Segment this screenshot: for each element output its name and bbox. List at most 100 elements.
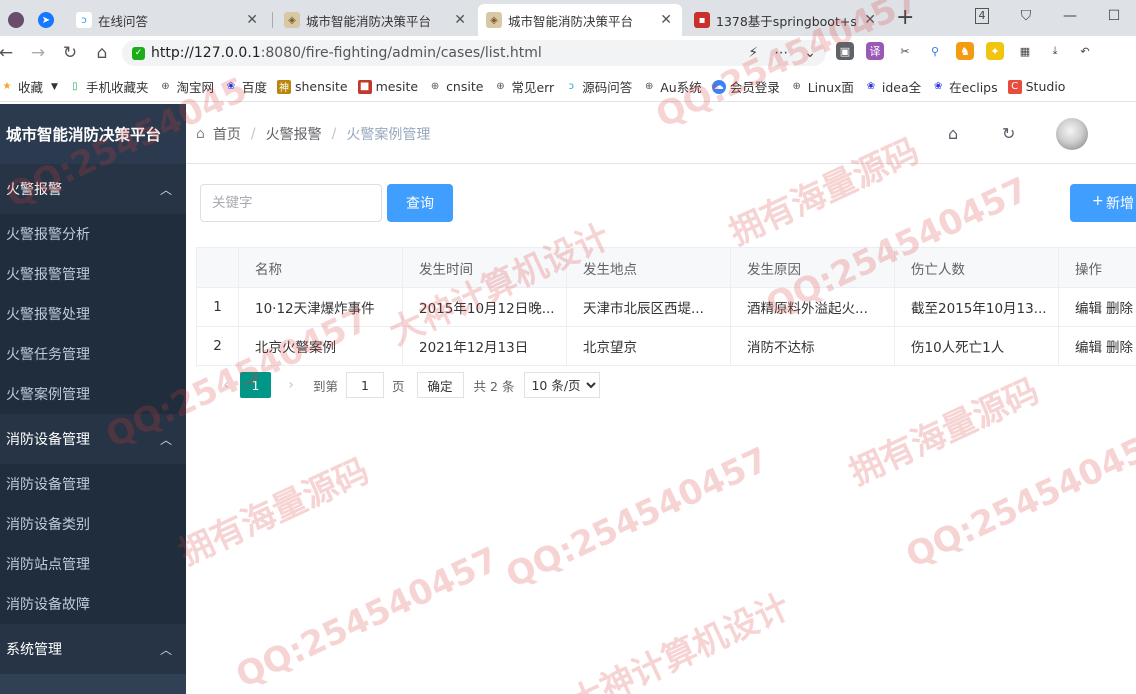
bookmark-label: idea全 <box>881 80 922 95</box>
bookmark-label: shensite <box>294 79 348 94</box>
pinned-tab[interactable]: ➤ <box>30 4 60 36</box>
sidebar-item-station-management[interactable]: 消防站点管理 <box>0 544 186 584</box>
bookmark-item[interactable]: ⊕ cnsite <box>428 79 484 94</box>
maximize-icon[interactable]: ☐ <box>1092 8 1136 24</box>
bookmark-item[interactable]: ⊕ 常见err <box>493 77 554 96</box>
watermark-text: 拥有海量源码 <box>843 371 1046 494</box>
delete-link[interactable]: 删除 <box>1106 301 1133 317</box>
menu-group-fire-alarm[interactable]: 火警报警 ︿ <box>0 164 186 214</box>
bookmark-item[interactable]: ❀ idea全 <box>864 77 921 96</box>
minimize-icon[interactable]: — <box>1048 8 1092 24</box>
back-icon[interactable]: ← <box>0 43 22 63</box>
forward-icon[interactable]: → <box>22 43 54 63</box>
profile-avatar[interactable] <box>0 4 26 36</box>
page-number-input[interactable] <box>346 372 385 398</box>
undo-icon[interactable]: ↶ <box>1076 42 1094 60</box>
bookmark-item[interactable]: ⊕ 淘宝网 <box>158 77 214 96</box>
refresh-icon[interactable]: ↻ <box>1002 124 1015 143</box>
tab-qa[interactable]: ↄ 在线问答 ✕ <box>68 4 268 36</box>
sidebar-item-equipment-category[interactable]: 消防设备类别 <box>0 504 186 544</box>
reload-icon[interactable]: ↻ <box>54 43 86 63</box>
bookmark-item[interactable]: ⊕ Au系统 <box>642 77 702 96</box>
bookmark-item[interactable]: ↄ 源码问答 <box>564 77 632 96</box>
close-icon[interactable]: ✕ <box>660 12 672 28</box>
delete-link[interactable]: 删除 <box>1106 340 1133 356</box>
watermark-text: 大神计算机设计 <box>563 586 796 694</box>
cell-place: 天津市北辰区西堤... <box>566 287 731 327</box>
cell-time: 2021年12月13日 <box>402 326 567 366</box>
breadcrumb-current: 火警案例管理 <box>346 127 431 143</box>
bookmark-item[interactable]: ❀ 在eclips <box>931 77 998 96</box>
bookmark-label: 会员登录 <box>729 80 780 95</box>
table-header-place: 发生地点 <box>566 247 731 288</box>
game-icon[interactable]: ♞ <box>956 42 974 60</box>
chevron-down-icon[interactable]: ⌄ <box>804 45 816 61</box>
sidebar-item-alarm-management[interactable]: 火警报警管理 <box>0 254 186 294</box>
bookmark-item[interactable]: 神 shensite <box>276 79 348 94</box>
current-page[interactable]: 1 <box>240 372 271 398</box>
apps-icon[interactable]: ▦ <box>1016 42 1034 60</box>
omnibox-actions: ⚡ ⋯ ⌄ <box>748 40 816 66</box>
bookmark-item[interactable]: ☁ 会员登录 <box>711 77 780 96</box>
close-icon[interactable]: ✕ <box>246 12 258 28</box>
avatar[interactable] <box>1056 118 1088 150</box>
breadcrumb-fire-alarm[interactable]: 火警报警 <box>266 124 322 144</box>
translate-icon[interactable]: 译 <box>866 42 884 60</box>
cell-casualty: 伤10人死亡1人 <box>894 326 1059 366</box>
new-tab-button[interactable]: + <box>896 6 914 30</box>
row-index: 1 <box>196 287 239 327</box>
bookmark-item[interactable]: C Studio <box>1007 79 1065 94</box>
next-page-icon[interactable]: › <box>281 377 301 393</box>
table-header-casualty: 伤亡人数 <box>894 247 1059 288</box>
bookmark-label: 在eclips <box>949 80 998 95</box>
url-field[interactable]: ✓ http://127.0.0.1:8080/fire-fighting/ad… <box>122 40 826 66</box>
sidebar-item-case-management[interactable]: 火警案例管理 <box>0 374 186 414</box>
bookmark-label: Au系统 <box>660 80 702 95</box>
sidebar-item-task-management[interactable]: 火警任务管理 <box>0 334 186 374</box>
table-header-actions: 操作 <box>1058 247 1136 288</box>
scissors-icon[interactable]: ✂ <box>896 42 914 60</box>
tab-platform[interactable]: ◈ 城市智能消防决策平台 ✕ <box>276 4 476 36</box>
page-size-select[interactable]: 10 条/页 <box>524 372 601 398</box>
tab-platform-active[interactable]: ◈ 城市智能消防决策平台 ✕ <box>478 4 682 36</box>
menu-group-system[interactable]: 系统管理 ︿ <box>0 624 186 674</box>
cell-name: 10·12天津爆炸事件 <box>238 287 403 327</box>
menu-group-equipment[interactable]: 消防设备管理 ︿ <box>0 414 186 464</box>
home-icon[interactable]: ⌂ <box>86 43 118 63</box>
bookmark-item[interactable]: ▯ 手机收藏夹 <box>68 77 148 96</box>
bookmark-item[interactable]: ❀ 百度 <box>224 77 267 96</box>
breadcrumb-home[interactable]: 首页 <box>213 124 241 144</box>
extension-icon[interactable]: ▣ <box>836 42 854 60</box>
bookmark-item[interactable]: ★ 收藏 ▼ <box>0 77 58 96</box>
add-button[interactable]: + 新增 <box>1070 184 1136 222</box>
cell-actions: 编辑 删除 <box>1058 287 1136 327</box>
cloud-icon: ☁ <box>711 79 726 94</box>
sidebar-item-equipment-management[interactable]: 消防设备管理 <box>0 464 186 504</box>
download-icon[interactable]: ⤓ <box>1046 42 1064 60</box>
sidebar-item-alarm-analysis[interactable]: 火警报警分析 <box>0 214 186 254</box>
edit-link[interactable]: 编辑 <box>1075 301 1102 317</box>
window-controls: 4 ⛉ — ☐ <box>960 0 1136 32</box>
query-button[interactable]: 查询 <box>387 184 453 222</box>
search-icon[interactable]: ⚲ <box>926 42 944 60</box>
shirt-icon[interactable]: ⛉ <box>1004 8 1048 24</box>
sidebar-item-alarm-handling[interactable]: 火警报警处理 <box>0 294 186 334</box>
close-icon[interactable]: ✕ <box>864 12 876 28</box>
bookmark-item[interactable]: ⊕ Linux面 <box>790 77 854 96</box>
paw-icon: ❀ <box>933 81 943 92</box>
paw-icon: ❀ <box>866 81 876 92</box>
sidebar-item-equipment-fault[interactable]: 消防设备故障 <box>0 584 186 624</box>
keyword-search-input[interactable] <box>200 184 382 222</box>
tab-springboot[interactable]: ▪ 1378基于springboot+sh ✕ <box>686 4 886 36</box>
bookmark-label: 淘宝网 <box>176 80 214 95</box>
edit-link[interactable]: 编辑 <box>1075 340 1102 356</box>
prev-page-icon[interactable]: ‹ <box>216 377 236 393</box>
badge-icon[interactable]: ✦ <box>986 42 1004 60</box>
lightning-icon[interactable]: ⚡ <box>748 45 758 61</box>
home-icon[interactable]: ⌂ <box>948 124 958 143</box>
bookmark-item[interactable]: ■ mesite <box>357 79 418 94</box>
more-icon[interactable]: ⋯ <box>774 45 788 61</box>
tab-count-badge[interactable]: 4 <box>975 8 989 24</box>
confirm-page-button[interactable]: 确定 <box>416 372 464 398</box>
close-icon[interactable]: ✕ <box>454 12 466 28</box>
